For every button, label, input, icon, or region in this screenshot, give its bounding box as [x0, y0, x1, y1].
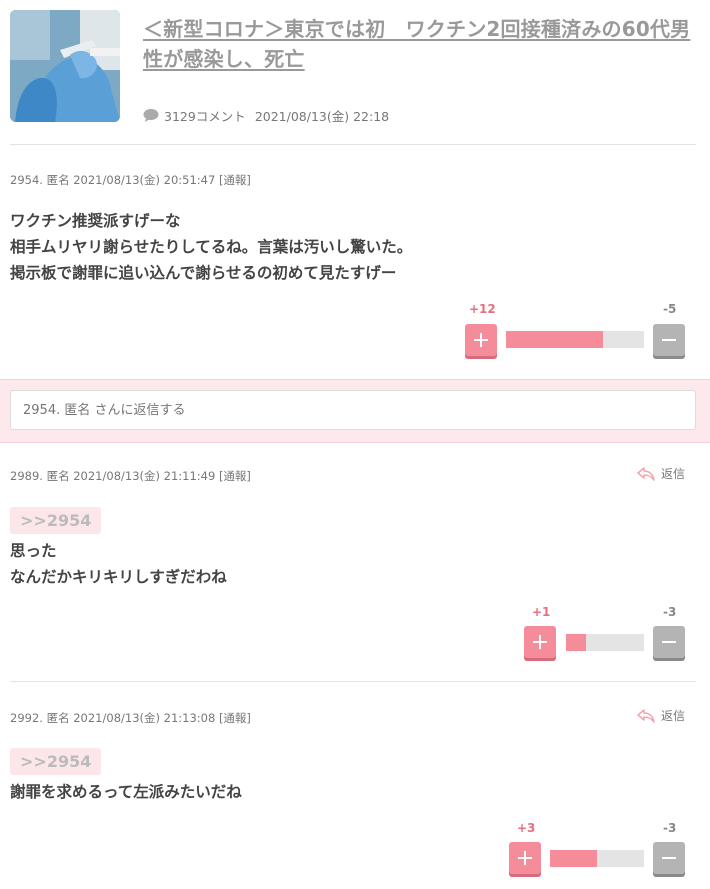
- minus-vote-count: -5: [663, 302, 677, 316]
- article-meta: 3129コメント 2021/08/13(金) 22:18: [143, 106, 389, 125]
- vote-ratio-fill: [566, 634, 586, 651]
- comment-body: 謝罪を求めるって左派みたいだね: [10, 779, 242, 805]
- plus-vote-count: +12: [469, 302, 496, 316]
- minus-vote-button[interactable]: [653, 842, 685, 874]
- article-title-link[interactable]: ＜新型コロナ＞東京では初 ワクチン2回接種済みの60代男性が感染し、死亡: [143, 14, 698, 74]
- reply-input[interactable]: [10, 390, 696, 430]
- comment-line: 掲示板で謝罪に追い込んで謝らせるの初めて見たすげー: [10, 264, 397, 282]
- minus-vote-button[interactable]: [653, 626, 685, 658]
- vote-ratio-bar: [566, 634, 644, 651]
- comment-header: 2954. 匿名 2021/08/13(金) 20:51:47 [通報]: [10, 173, 251, 187]
- anchor-link[interactable]: >>2954: [10, 507, 102, 534]
- vaccination-photo: [10, 10, 120, 122]
- reply-link[interactable]: 返信: [637, 465, 685, 482]
- article-header: ＜新型コロナ＞東京では初 ワクチン2回接種済みの60代男性が感染し、死亡 312…: [10, 10, 696, 145]
- comment-header: 2989. 匿名 2021/08/13(金) 21:11:49 [通報]: [10, 469, 251, 483]
- anchor-link[interactable]: >>2954: [10, 748, 102, 775]
- plus-vote-button[interactable]: [465, 324, 497, 356]
- comment-line: 謝罪を求めるって左派みたいだね: [10, 783, 242, 801]
- comment-line: ワクチン推奨派すげーな: [10, 212, 181, 230]
- comment-line: 相手ムリヤリ謝らせたりしてるね。言葉は汚いし驚いた。: [10, 238, 413, 256]
- minus-vote-button[interactable]: [653, 324, 685, 356]
- reply-link[interactable]: 返信: [637, 707, 685, 724]
- comment-divider: [10, 681, 696, 682]
- comment-header: 2992. 匿名 2021/08/13(金) 21:13:08 [通報]: [10, 711, 251, 725]
- reply-label: 返信: [660, 709, 685, 723]
- vote-ratio-fill: [506, 331, 604, 348]
- plus-vote-count: +1: [532, 605, 551, 619]
- article-date: 2021/08/13(金) 22:18: [254, 109, 390, 124]
- minus-vote-count: -3: [663, 821, 677, 835]
- comment-body: ワクチン推奨派すげーな 相手ムリヤリ謝らせたりしてるね。言葉は汚いし驚いた。 掲…: [10, 208, 412, 286]
- reply-arrow-icon: [637, 708, 655, 723]
- reply-arrow-icon: [637, 466, 655, 481]
- plus-vote-button[interactable]: [524, 626, 556, 658]
- reply-label: 返信: [660, 467, 685, 481]
- comment-bubble-icon: [143, 109, 159, 122]
- minus-vote-count: -3: [663, 605, 677, 619]
- vote-ratio-bar: [550, 850, 644, 867]
- comment-count: 3129コメント: [164, 109, 246, 124]
- vote-ratio-bar: [506, 331, 644, 348]
- comment-line: 思った: [10, 542, 57, 560]
- reply-box-area: [0, 379, 710, 443]
- article-thumbnail[interactable]: [10, 10, 120, 122]
- comment-body: 思った なんだかキリキリしすぎだわね: [10, 538, 227, 590]
- comment-line: なんだかキリキリしすぎだわね: [10, 568, 227, 586]
- plus-vote-count: +3: [517, 821, 536, 835]
- vote-ratio-fill: [550, 850, 597, 867]
- plus-vote-button[interactable]: [509, 842, 541, 874]
